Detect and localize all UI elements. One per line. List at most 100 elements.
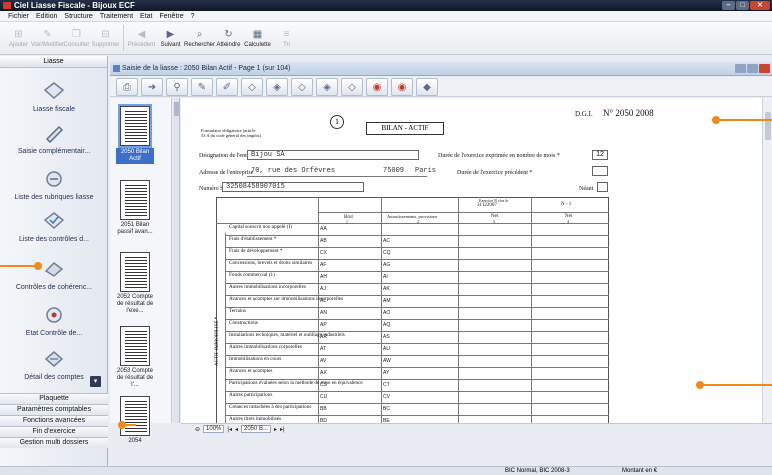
print-icon[interactable]: ⎙ [116, 78, 138, 96]
menu-edition[interactable]: Edition [36, 11, 57, 21]
section-gestion-multi-dossiers[interactable]: Gestion multi dossiers [0, 437, 108, 448]
zoom-out-icon[interactable]: ⊖ [195, 426, 200, 433]
add-button[interactable]: ⊞ Ajouter [4, 22, 33, 54]
sidebar-item-controles-coherence[interactable]: Contrôles de cohérenc... [0, 258, 108, 291]
prev-duration-input[interactable] [592, 166, 608, 176]
sidebar-scroll-down-button[interactable]: ▾ [90, 376, 101, 387]
document-restore-button[interactable] [747, 64, 758, 73]
document-close-button[interactable] [759, 64, 770, 73]
diamond-icon[interactable]: ◈ [266, 78, 288, 96]
menu-traitement[interactable]: Traitement [100, 11, 133, 21]
sidebar-item-saisie-complementaire[interactable]: Saisie complémentair... [0, 122, 108, 155]
calculator-icon: ▦ [252, 28, 263, 40]
row-code-amort: AQ [383, 322, 391, 328]
sidebar-item-label: Liste des rubriques liasse [14, 194, 94, 201]
document-minimize-button[interactable] [735, 64, 746, 73]
diamond-icon[interactable]: ◇ [341, 78, 363, 96]
siret-input[interactable]: 32508458907015 [222, 182, 364, 192]
calculator-button[interactable]: ▦ Calculette [243, 22, 272, 54]
row-code-amort: AI [383, 274, 388, 280]
minimize-button[interactable]: – [722, 1, 735, 10]
diamond-icon[interactable]: ◇ [241, 78, 263, 96]
menu-etat[interactable]: Etat [140, 11, 152, 21]
sidebar-item-liste-rubriques[interactable]: Liste des rubriques liasse [0, 168, 108, 201]
duration-input[interactable]: 12 [592, 150, 608, 160]
status-regime: BIC Normal, BIC 2008-3 [505, 468, 570, 474]
maximize-button[interactable]: □ [736, 1, 749, 10]
row-line [225, 355, 609, 356]
diamond-icon[interactable]: ◇ [291, 78, 313, 96]
delete-button[interactable]: ⊟ Supprimer [91, 22, 120, 54]
edit-button[interactable]: ✎ Voir/Modifier [31, 22, 64, 54]
row-code-amort: AC [383, 238, 390, 244]
thumbnail-splitter[interactable] [173, 98, 180, 423]
app-window: Ciel Liasse Fiscale - Bijoux ECF – □ ✕ F… [0, 0, 772, 475]
last-page-button[interactable]: ▸| [280, 426, 285, 433]
zoom-select[interactable]: 100% [203, 425, 225, 433]
postcode-input[interactable]: 75009 [383, 167, 404, 175]
document-vertical-scrollbar[interactable] [762, 98, 772, 423]
side-label-line [225, 233, 226, 423]
section-fonctions-avancees[interactable]: Fonctions avancées [0, 415, 108, 426]
row-label: Frais de développement * [229, 248, 283, 254]
previous-page-button[interactable]: ◂ [235, 426, 238, 433]
close-button[interactable]: ✕ [750, 1, 770, 10]
sidebar-item-label: Etat Contrôle de... [25, 330, 83, 337]
document-title: Saisie de la liasse : 2050 Bilan Actif -… [122, 65, 291, 72]
search-button[interactable]: ⌕ Rechercher [184, 22, 215, 54]
row-label: Immobilisations en cours [229, 356, 282, 362]
menu-help[interactable]: ? [191, 11, 195, 21]
row-line [225, 307, 609, 308]
address-input[interactable]: 70, rue des Orfèvres [251, 167, 335, 175]
erase-icon[interactable]: ✐ [216, 78, 238, 96]
diamond-icon[interactable]: ◆ [416, 78, 438, 96]
menu-structure[interactable]: Structure [64, 11, 92, 21]
row-code-amort: AU [383, 346, 390, 352]
tree-icon[interactable]: ⚲ [166, 78, 188, 96]
arrow-icon[interactable]: ➜ [141, 78, 163, 96]
goto-button[interactable]: ↻ Atteindre [214, 22, 243, 54]
col-n1-number: 4 [567, 219, 569, 224]
row-line [225, 391, 609, 392]
sidebar-header[interactable]: Liasse [0, 56, 107, 68]
section-parametres-comptables[interactable]: Paramètres comptables [0, 404, 108, 415]
row-code-amort: AY [383, 370, 390, 376]
menu-fenetre[interactable]: Fenêtre [159, 11, 183, 21]
record-icon[interactable]: ◉ [391, 78, 413, 96]
company-name-input[interactable]: Bijou SA [247, 150, 419, 160]
document-window-controls [735, 64, 770, 73]
first-page-button[interactable]: |◂ [227, 426, 232, 433]
pen-icon[interactable]: ✎ [191, 78, 213, 96]
diamond-icon[interactable]: ◈ [316, 78, 338, 96]
callout-line [702, 384, 772, 386]
column-line [318, 197, 319, 423]
sidebar-item-etat-controle[interactable]: Etat Contrôle de... [0, 304, 108, 337]
sidebar-item-liste-controles[interactable]: Liste des contrôles d... [0, 210, 108, 243]
thumbnail-2053[interactable]: 2053 Compte de résultat de l'... [116, 326, 154, 389]
col-brut-number: 1 [346, 219, 348, 224]
page-select[interactable]: 2050 B... [240, 425, 272, 433]
previous-button[interactable]: ◀ Précédent [127, 22, 156, 54]
scroll-thumb[interactable] [765, 112, 771, 140]
section-fin-exercice[interactable]: Fin d'exercice [0, 426, 108, 437]
section-plaquette[interactable]: Plaquette [0, 393, 108, 404]
city-input[interactable]: Paris [415, 167, 436, 175]
column-line [381, 197, 382, 423]
thumbnail-2051[interactable]: 2051 Bilan passif avan... [116, 180, 154, 236]
thumbnail-2050[interactable]: 2050 Bilan Actif [116, 104, 154, 164]
menu-fichier[interactable]: Fichier [8, 11, 29, 21]
add-icon: ⊞ [14, 28, 23, 40]
thumbnail-2052[interactable]: 2052 Compte de résultat de l'exe... [116, 252, 154, 315]
row-label: Fonds commercial (1) [229, 272, 275, 278]
callout-line [0, 265, 36, 267]
neant-checkbox[interactable] [597, 182, 608, 192]
view-button[interactable]: ❐ Consulter [62, 22, 91, 54]
next-page-button[interactable]: ▸ [274, 426, 277, 433]
sidebar-item-liasse-fiscale[interactable]: Liasse fiscale [0, 80, 108, 113]
row-line [225, 235, 609, 236]
record-icon[interactable]: ◉ [366, 78, 388, 96]
row-code-amort: CQ [383, 250, 391, 256]
next-button[interactable]: ▶ Suivant [156, 22, 185, 54]
row-code-amort: BC [383, 406, 390, 412]
sort-button[interactable]: ≡ Tri [272, 22, 301, 54]
